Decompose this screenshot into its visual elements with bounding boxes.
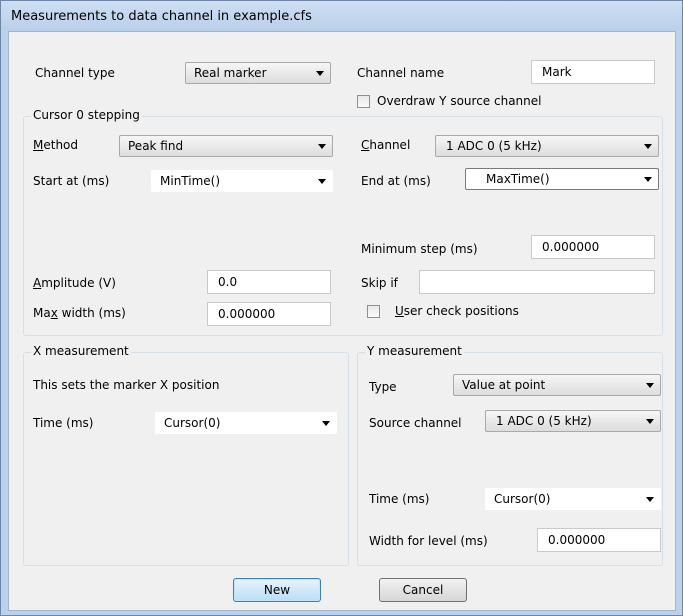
channel-name-field[interactable] bbox=[531, 60, 655, 84]
y-source-label: Source channel bbox=[369, 416, 462, 430]
title-bar[interactable]: Measurements to data channel in example.… bbox=[1, 1, 682, 31]
channel-type-dropdown[interactable]: Real marker bbox=[185, 62, 331, 84]
chevron-down-icon bbox=[316, 71, 324, 76]
channel-value: 1 ADC 0 (5 kHz) bbox=[446, 139, 542, 153]
channel-name-input[interactable] bbox=[532, 61, 654, 83]
chevron-down-icon bbox=[322, 421, 330, 426]
overdraw-checkbox[interactable] bbox=[357, 95, 370, 108]
start-at-value: MinTime() bbox=[160, 174, 221, 188]
x-time-value: Cursor(0) bbox=[164, 416, 221, 430]
y-time-value: Cursor(0) bbox=[494, 492, 551, 506]
method-value: Peak find bbox=[128, 139, 184, 153]
y-time-label: Time (ms) bbox=[369, 492, 430, 506]
y-width-field[interactable] bbox=[537, 528, 661, 552]
cursor-stepping-caption: Cursor 0 stepping bbox=[31, 108, 142, 122]
user-check-checkbox[interactable] bbox=[367, 305, 380, 318]
channel-label: Channel bbox=[361, 138, 411, 152]
x-measurement-info: This sets the marker X position bbox=[33, 378, 220, 392]
max-width-field[interactable] bbox=[207, 302, 331, 326]
overdraw-label: Overdraw Y source channel bbox=[377, 94, 542, 108]
minimum-step-input[interactable] bbox=[532, 236, 654, 258]
chevron-down-icon bbox=[646, 419, 654, 424]
minimum-step-label: Minimum step (ms) bbox=[361, 242, 478, 256]
dialog-client-area: Channel type Real marker Channel name Ov… bbox=[8, 31, 676, 611]
y-type-value: Value at point bbox=[462, 378, 546, 392]
y-type-dropdown[interactable]: Value at point bbox=[453, 374, 661, 396]
end-at-combo[interactable]: MaxTime() bbox=[465, 168, 659, 190]
max-width-input[interactable] bbox=[208, 303, 330, 325]
y-type-label: Type bbox=[369, 380, 397, 394]
dialog-window: Measurements to data channel in example.… bbox=[0, 0, 683, 616]
amplitude-input[interactable] bbox=[208, 271, 330, 293]
method-label: Method bbox=[33, 138, 79, 152]
chevron-down-icon bbox=[646, 497, 654, 502]
y-source-dropdown[interactable]: 1 ADC 0 (5 kHz) bbox=[485, 410, 661, 432]
y-width-input[interactable] bbox=[538, 529, 660, 551]
end-at-label: End at (ms) bbox=[361, 174, 431, 188]
channel-dropdown[interactable]: 1 ADC 0 (5 kHz) bbox=[435, 135, 659, 157]
channel-name-label: Channel name bbox=[357, 66, 445, 80]
channel-type-label: Channel type bbox=[35, 66, 115, 80]
x-time-label: Time (ms) bbox=[33, 416, 94, 430]
channel-type-value: Real marker bbox=[194, 66, 267, 80]
start-at-combo[interactable]: MinTime() bbox=[151, 170, 333, 192]
window-title: Measurements to data channel in example.… bbox=[11, 9, 312, 24]
chevron-down-icon bbox=[646, 383, 654, 388]
user-check-label: User check positions bbox=[395, 304, 519, 318]
y-measurement-caption: Y measurement bbox=[365, 344, 464, 358]
end-at-value: MaxTime() bbox=[486, 172, 550, 186]
skip-if-label: Skip if bbox=[361, 276, 398, 290]
start-at-label: Start at (ms) bbox=[33, 174, 110, 188]
y-source-value: 1 ADC 0 (5 kHz) bbox=[496, 414, 592, 428]
amplitude-label: Amplitude (V) bbox=[33, 276, 116, 290]
max-width-label: Max width (ms) bbox=[33, 306, 126, 320]
cancel-button[interactable]: Cancel bbox=[379, 578, 467, 602]
amplitude-field[interactable] bbox=[207, 270, 331, 294]
y-width-label: Width for level (ms) bbox=[369, 534, 488, 548]
skip-if-input[interactable] bbox=[420, 271, 654, 293]
minimum-step-field[interactable] bbox=[531, 235, 655, 259]
chevron-down-icon bbox=[318, 144, 326, 149]
chevron-down-icon bbox=[644, 177, 652, 182]
x-time-combo[interactable]: Cursor(0) bbox=[155, 412, 337, 434]
new-button[interactable]: New bbox=[233, 578, 321, 602]
chevron-down-icon bbox=[644, 144, 652, 149]
method-dropdown[interactable]: Peak find bbox=[119, 135, 333, 157]
skip-if-field[interactable] bbox=[419, 270, 655, 294]
chevron-down-icon bbox=[318, 179, 326, 184]
x-measurement-caption: X measurement bbox=[31, 344, 131, 358]
y-time-combo[interactable]: Cursor(0) bbox=[485, 488, 661, 510]
